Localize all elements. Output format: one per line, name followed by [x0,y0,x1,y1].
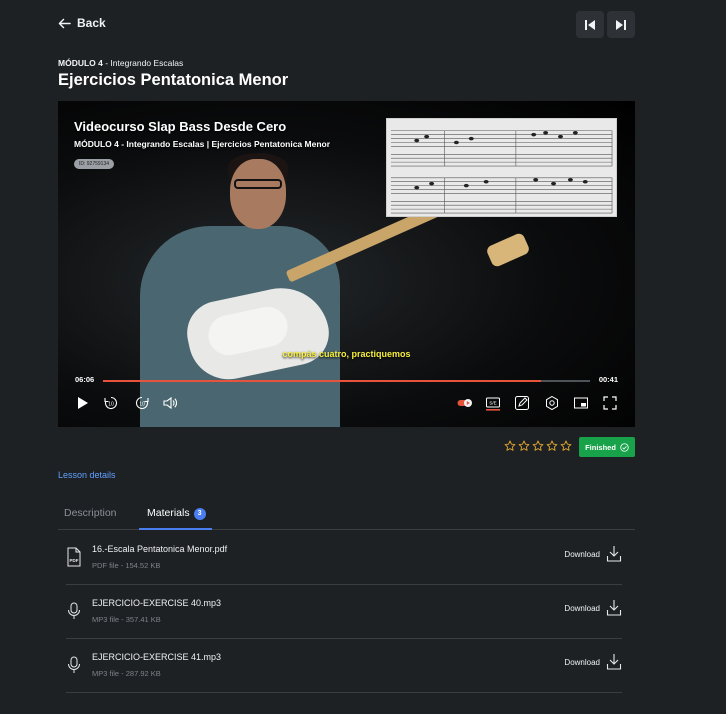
download-button[interactable]: Download [564,604,600,613]
arrow-left-icon [58,18,71,28]
finished-label: Finished [585,442,616,452]
forward-10-icon: 10 [135,396,149,410]
progress-track[interactable] [103,380,590,382]
top-bar: Back [0,0,726,50]
volume-button[interactable] [162,395,178,411]
back-button[interactable]: Back [58,16,106,30]
svg-text:S/E: S/E [489,401,496,406]
download-button[interactable]: Download [564,658,600,667]
instructor-head [230,159,286,229]
subtitles-icon: S/E [486,397,500,411]
microphone-icon [66,601,82,621]
module-label: MÓDULO 4 - Integrando Escalas [58,58,183,68]
microphone-icon [66,655,82,675]
tab-materials[interactable]: Materials 3 [147,507,206,520]
settings-button[interactable] [544,395,560,411]
sheet-music-overlay [386,118,617,217]
star-icon[interactable] [560,440,572,452]
tab-materials-label: Materials [147,507,190,519]
forward-10-button[interactable]: 10 [134,395,150,411]
download-icon[interactable] [606,599,622,617]
download-button[interactable]: Download [564,550,600,559]
rewind-10-icon: 10 [104,396,118,410]
settings-icon [546,395,558,411]
pdf-file-icon: PDF [66,547,82,567]
svg-text:10: 10 [139,402,145,408]
time-remaining: 00:41 [598,375,618,384]
video-player[interactable]: Videocurso Slap Bass Desde Cero MÓDULO 4… [58,101,635,427]
module-number: MÓDULO 4 [58,58,103,68]
star-icon[interactable] [504,440,516,452]
video-overlay-subtitle: MÓDULO 4 - Integrando Escalas | Ejercici… [74,139,331,149]
star-icon[interactable] [532,440,544,452]
video-caption: compás cuatro, practiquemos [282,349,411,359]
rewind-10-button[interactable]: 10 [103,395,119,411]
fullscreen-icon [603,396,617,410]
video-overlay-title: Videocurso Slap Bass Desde Cero [74,119,287,134]
play-icon [78,397,88,409]
svg-text:10: 10 [108,402,114,408]
page-title: Ejercicios Pentatonica Menor [58,71,289,89]
material-name: EJERCICIO-EXERCISE 41.mp3 [92,652,222,662]
star-icon[interactable] [546,440,558,452]
content-tabs: Description Materials 3 [58,500,635,530]
tab-description[interactable]: Description [64,507,117,519]
svg-text:PDF: PDF [70,558,79,563]
finished-button[interactable]: Finished [579,437,635,457]
notes-button[interactable] [514,395,530,411]
material-name: 16.-Escala Pentatonica Menor.pdf [92,544,228,554]
time-current: 06:06 [75,375,95,384]
speed-toggle-icon [457,399,472,407]
material-meta: PDF file - 154.52 KB [92,561,161,570]
skip-previous-icon [585,19,595,30]
instructor-glasses [234,179,282,189]
lesson-details-link[interactable]: Lesson details [58,470,116,480]
material-item: PDF 16.-Escala Pentatonica Menor.pdf PDF… [66,531,622,585]
download-icon[interactable] [606,653,622,671]
material-item: EJERCICIO-EXERCISE 40.mp3 MP3 file - 357… [66,585,622,639]
material-meta: MP3 file - 287.92 KB [92,669,161,678]
lesson-rating[interactable] [504,440,572,452]
next-lesson-button[interactable] [607,11,635,38]
speed-toggle[interactable] [457,395,473,411]
notes-icon [515,396,529,410]
material-name: EJERCICIO-EXERCISE 40.mp3 [92,598,222,608]
previous-lesson-button[interactable] [576,11,604,38]
play-button[interactable] [74,395,90,411]
active-tab-indicator [139,528,212,530]
fullscreen-button[interactable] [602,395,618,411]
materials-count-badge: 3 [193,508,206,520]
sheet-music-image [390,130,613,214]
check-circle-icon [620,442,629,452]
skip-next-icon [616,19,626,30]
volume-icon [163,396,177,410]
bass-headstock [485,231,531,269]
subtitles-button[interactable]: S/E [485,395,501,411]
module-name: - Integrando Escalas [102,58,184,68]
back-label: Back [77,16,106,30]
star-icon[interactable] [518,440,530,452]
picture-in-picture-button[interactable] [573,395,589,411]
material-item: EJERCICIO-EXERCISE 41.mp3 MP3 file - 287… [66,639,622,693]
progress-fill [103,380,542,382]
video-id-badge: ID: 92759134 [74,159,115,169]
picture-in-picture-icon [574,397,588,409]
download-icon[interactable] [606,545,622,563]
material-meta: MP3 file - 357.41 KB [92,615,161,624]
